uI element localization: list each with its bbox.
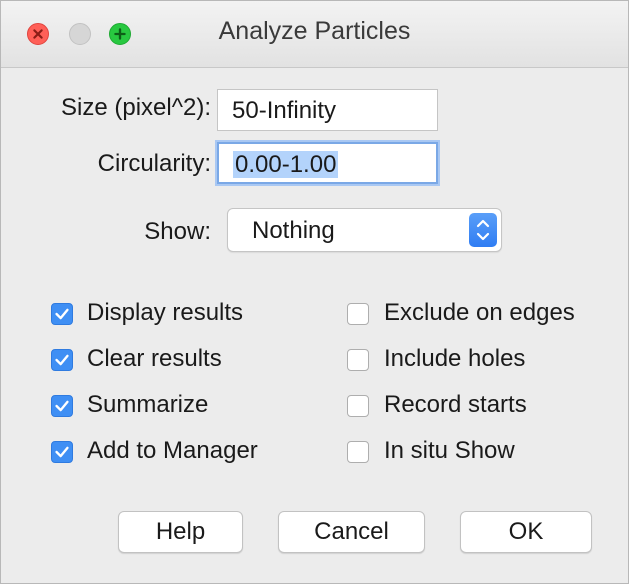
summarize-label[interactable]: Summarize [87, 391, 208, 419]
display-results-label[interactable]: Display results [87, 299, 243, 327]
circularity-label: Circularity: [97, 150, 211, 177]
show-select[interactable]: Nothing [227, 208, 502, 252]
clear-results-label[interactable]: Clear results [87, 345, 222, 373]
ok-button[interactable]: OK [460, 511, 592, 553]
in-situ-show-label[interactable]: In situ Show [384, 437, 515, 465]
select-arrows-icon [469, 213, 497, 247]
record-starts-label[interactable]: Record starts [384, 391, 527, 419]
circularity-input[interactable]: 0.00-1.00 [217, 142, 438, 184]
circularity-value: 0.00-1.00 [233, 151, 339, 178]
include-holes-label[interactable]: Include holes [384, 345, 525, 373]
show-select-value: Nothing [252, 217, 335, 244]
size-input[interactable]: 50-Infinity [217, 89, 438, 131]
summarize-checkbox[interactable] [51, 395, 73, 417]
exclude-on-edges-checkbox[interactable] [347, 303, 369, 325]
help-button[interactable]: Help [118, 511, 243, 553]
title-bar[interactable]: Analyze Particles [1, 1, 628, 68]
clear-results-checkbox[interactable] [51, 349, 73, 371]
cancel-button[interactable]: Cancel [278, 511, 425, 553]
size-label: Size (pixel^2): [61, 94, 211, 121]
include-holes-checkbox[interactable] [347, 349, 369, 371]
record-starts-checkbox[interactable] [347, 395, 369, 417]
size-value: 50-Infinity [232, 97, 337, 124]
exclude-on-edges-label[interactable]: Exclude on edges [384, 299, 575, 327]
add-to-manager-label[interactable]: Add to Manager [87, 437, 258, 465]
display-results-checkbox[interactable] [51, 303, 73, 325]
add-to-manager-checkbox[interactable] [51, 441, 73, 463]
window-title: Analyze Particles [218, 17, 411, 45]
analyze-particles-dialog: Analyze Particles Size (pixel^2): 50-Inf… [0, 0, 629, 584]
show-label: Show: [144, 218, 211, 245]
in-situ-show-checkbox[interactable] [347, 441, 369, 463]
